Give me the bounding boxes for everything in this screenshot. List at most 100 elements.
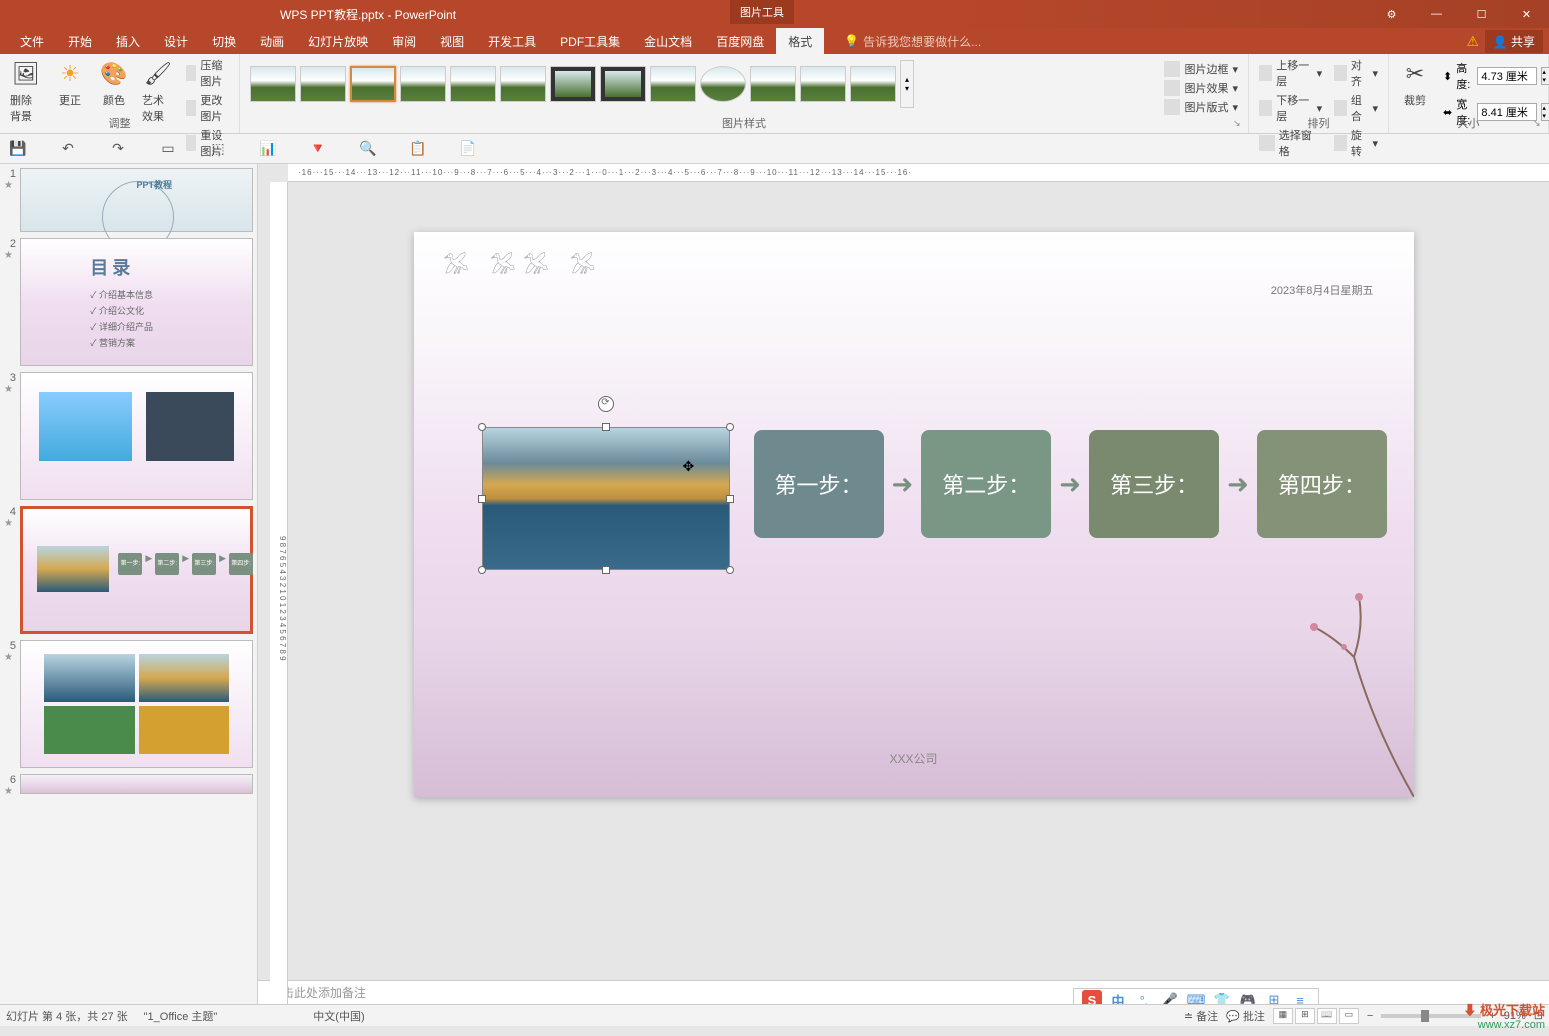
- tab-file[interactable]: 文件: [8, 28, 56, 54]
- style-preset-10[interactable]: [700, 66, 746, 102]
- ribbon-options-icon[interactable]: ⚙: [1369, 0, 1414, 28]
- reading-view-button[interactable]: 📖: [1317, 1008, 1337, 1024]
- close-button[interactable]: ✕: [1504, 0, 1549, 28]
- tell-me-search[interactable]: 💡告诉我您想要做什么...: [844, 33, 981, 50]
- tab-review[interactable]: 审阅: [380, 28, 428, 54]
- color-button[interactable]: 🎨颜色: [94, 56, 134, 110]
- style-preset-6[interactable]: [500, 66, 546, 102]
- document-title: WPS PPT教程.pptx - PowerPoint: [280, 6, 456, 23]
- picture-border-button[interactable]: 图片边框 ▾: [1160, 60, 1242, 78]
- compress-picture-button[interactable]: 压缩图片: [182, 56, 233, 90]
- qat-button-7[interactable]: 🔻: [308, 139, 328, 159]
- main-area: 1★ PPT教程 2★ 目录✓ 介绍基本信息✓ 介绍公文化✓ 详细介绍产品✓ 营…: [0, 164, 1549, 1004]
- reset-icon: [186, 135, 196, 151]
- slide-thumb-4[interactable]: 第一步:▶第二步:▶第三步:▶第四步:: [20, 506, 253, 634]
- style-preset-3[interactable]: [350, 66, 396, 102]
- tab-home[interactable]: 开始: [56, 28, 104, 54]
- style-preset-7[interactable]: [550, 66, 596, 102]
- resize-handle-bl[interactable]: [478, 566, 486, 574]
- picture-layout-button[interactable]: 图片版式 ▾: [1160, 98, 1242, 116]
- minimize-button[interactable]: —: [1414, 0, 1459, 28]
- step-3-box[interactable]: 第三步：: [1089, 430, 1219, 538]
- selected-picture[interactable]: ⟳ ✥: [482, 427, 730, 570]
- zoom-out-button[interactable]: −: [1367, 1010, 1373, 1022]
- normal-view-button[interactable]: ▦: [1273, 1008, 1293, 1024]
- tab-pdf[interactable]: PDF工具集: [548, 28, 632, 54]
- styles-dialog-launcher[interactable]: ↘: [1233, 118, 1245, 130]
- style-preset-9[interactable]: [650, 66, 696, 102]
- tab-wpsdoc[interactable]: 金山文档: [632, 28, 704, 54]
- resize-handle-br[interactable]: [726, 566, 734, 574]
- group-picture-styles: ▴▾ 图片边框 ▾ 图片效果 ▾ 图片版式 ▾ 图片样式 ↘: [240, 54, 1249, 133]
- tab-animation[interactable]: 动画: [248, 28, 296, 54]
- notes-toggle[interactable]: ≐ 备注: [1184, 1008, 1218, 1024]
- height-input[interactable]: [1477, 67, 1537, 85]
- slide-thumb-1[interactable]: PPT教程: [20, 168, 253, 232]
- style-preset-13[interactable]: [850, 66, 896, 102]
- corrections-button[interactable]: ☀更正: [50, 56, 90, 110]
- resize-handle-ml[interactable]: [478, 495, 486, 503]
- tab-developer[interactable]: 开发工具: [476, 28, 548, 54]
- sun-icon: ☀: [54, 58, 86, 90]
- tab-design[interactable]: 设计: [152, 28, 200, 54]
- rotate-button[interactable]: 旋转 ▾: [1330, 126, 1382, 160]
- notes-pane[interactable]: 单击此处添加备注: [258, 980, 1549, 1004]
- qat-button-6[interactable]: 📊: [258, 139, 278, 159]
- size-dialog-launcher[interactable]: ↘: [1533, 118, 1545, 130]
- step-1-box[interactable]: 第一步：: [754, 430, 884, 538]
- selection-pane-button[interactable]: 选择窗格: [1255, 126, 1326, 160]
- height-icon: ⬍: [1443, 70, 1452, 83]
- resize-handle-tr[interactable]: [726, 423, 734, 431]
- slide-thumb-3[interactable]: [20, 372, 253, 500]
- height-spinner[interactable]: ▴▾: [1541, 67, 1549, 85]
- share-button[interactable]: 👤 共享: [1485, 30, 1543, 53]
- tab-insert[interactable]: 插入: [104, 28, 152, 54]
- sorter-view-button[interactable]: ⊞: [1295, 1008, 1315, 1024]
- style-preset-2[interactable]: [300, 66, 346, 102]
- step-2-box[interactable]: 第二步：: [921, 430, 1051, 538]
- tab-slideshow[interactable]: 幻灯片放映: [296, 28, 380, 54]
- slide-thumb-5[interactable]: [20, 640, 253, 768]
- picture-effects-button[interactable]: 图片效果 ▾: [1160, 79, 1242, 97]
- align-icon: [1334, 65, 1347, 81]
- slide-thumb-2[interactable]: 目录✓ 介绍基本信息✓ 介绍公文化✓ 详细介绍产品✓ 营销方案: [20, 238, 253, 366]
- align-button[interactable]: 对齐 ▾: [1330, 56, 1382, 90]
- tab-baidu[interactable]: 百度网盘: [704, 28, 776, 54]
- style-preset-12[interactable]: [800, 66, 846, 102]
- bulb-icon: 💡: [844, 34, 859, 48]
- qat-button-9[interactable]: 📋: [408, 139, 428, 159]
- step-4-box[interactable]: 第四步：: [1257, 430, 1387, 538]
- gallery-more-button[interactable]: ▴▾: [900, 60, 914, 108]
- tab-view[interactable]: 视图: [428, 28, 476, 54]
- resize-handle-bm[interactable]: [602, 566, 610, 574]
- style-preset-1[interactable]: [250, 66, 296, 102]
- resize-handle-tl[interactable]: [478, 423, 486, 431]
- comments-toggle[interactable]: 💬 批注: [1226, 1008, 1265, 1024]
- bring-forward-button[interactable]: 上移一层 ▾: [1255, 56, 1326, 90]
- watermark: ⬇ 极光下载站 www.xz7.com: [1463, 1003, 1545, 1032]
- qat-button-10[interactable]: 📄: [458, 139, 478, 159]
- style-preset-8[interactable]: [600, 66, 646, 102]
- style-preset-5[interactable]: [450, 66, 496, 102]
- reset-picture-button[interactable]: 重设图片: [182, 126, 233, 160]
- resize-handle-tm[interactable]: [602, 423, 610, 431]
- tab-transition[interactable]: 切换: [200, 28, 248, 54]
- style-preset-11[interactable]: [750, 66, 796, 102]
- tab-format[interactable]: 格式: [776, 28, 824, 54]
- qat-button-8[interactable]: 🔍: [358, 139, 378, 159]
- rotation-handle[interactable]: ⟳: [598, 396, 614, 412]
- canvas[interactable]: 𓅮 𓅮𓅮 𓅮 2023年8月4日星期五 ⟳ ✥: [258, 182, 1549, 980]
- crop-button[interactable]: ✂裁剪: [1395, 56, 1435, 110]
- slideshow-view-button[interactable]: ▭: [1339, 1008, 1359, 1024]
- style-preset-4[interactable]: [400, 66, 446, 102]
- slide-thumbnails-panel[interactable]: 1★ PPT教程 2★ 目录✓ 介绍基本信息✓ 介绍公文化✓ 详细介绍产品✓ 营…: [0, 164, 258, 1004]
- lang-indicator[interactable]: 中文(中国): [313, 1008, 364, 1024]
- maximize-button[interactable]: ☐: [1459, 0, 1504, 28]
- slide-thumb-6[interactable]: [20, 774, 253, 794]
- color-icon: 🎨: [98, 58, 130, 90]
- horizontal-ruler[interactable]: ·16···15···14···13···12···11···10···9···…: [288, 164, 1549, 182]
- thumb-row-3: 3★: [4, 372, 253, 500]
- resize-handle-mr[interactable]: [726, 495, 734, 503]
- slide-content[interactable]: 𓅮 𓅮𓅮 𓅮 2023年8月4日星期五 ⟳ ✥: [414, 232, 1414, 797]
- warning-icon[interactable]: ⚠: [1466, 33, 1479, 50]
